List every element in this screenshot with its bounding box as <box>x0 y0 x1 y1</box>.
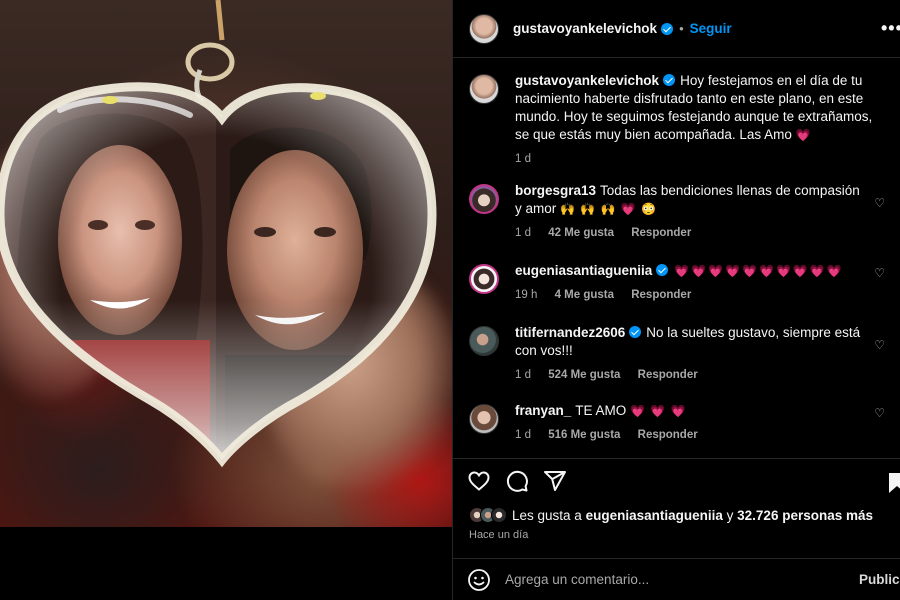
reply-button[interactable]: Responder <box>631 289 691 301</box>
header-separator: • <box>679 21 684 36</box>
comment-item: titifernandez2606 No la sueltes gustavo, … <box>469 324 885 381</box>
comment-likes[interactable]: 516 Me gusta <box>548 429 620 441</box>
verified-badge-icon <box>661 22 674 35</box>
publish-button[interactable]: Publicar <box>859 572 900 587</box>
commenter-avatar[interactable] <box>469 326 499 356</box>
comment-item: borgesgra13 Todas las bendiciones llenas … <box>469 182 885 239</box>
author-avatar[interactable] <box>469 13 499 44</box>
caption-username[interactable]: gustavoyankelevichok <box>515 73 659 88</box>
comment-username[interactable]: eugeniasantiagueniia <box>515 263 652 278</box>
comment-emoji: 💗 💗 💗 <box>630 404 687 418</box>
heart-icon[interactable] <box>467 469 491 493</box>
post-timestamp[interactable]: Hace un día <box>469 529 528 541</box>
likes-prefix: Les gusta a <box>512 507 582 523</box>
comment-item: franyan_ TE AMO 💗 💗 💗 1 d 516 Me gusta Re… <box>469 402 885 441</box>
comment-username[interactable]: franyan_ <box>515 403 571 418</box>
author-username[interactable]: gustavoyankelevichok <box>513 21 657 36</box>
post-media[interactable] <box>0 0 452 600</box>
caption-emoji: 💗 <box>795 128 815 142</box>
follow-button[interactable]: Seguir <box>690 21 732 36</box>
reply-button[interactable]: Responder <box>638 429 698 441</box>
comment-icon[interactable] <box>505 469 529 493</box>
comment-username[interactable]: borgesgra13 <box>515 183 596 198</box>
comment-likes[interactable]: 4 Me gusta <box>555 289 614 301</box>
comment-likes[interactable]: 524 Me gusta <box>548 369 620 381</box>
media-letterbox <box>0 527 452 600</box>
comments-list[interactable]: gustavoyankelevichok Hoy festejamos en el… <box>453 58 900 458</box>
caption-time[interactable]: 1 d <box>515 153 531 165</box>
comment-time[interactable]: 19 h <box>515 289 537 301</box>
post-actions: Les gusta a eugeniasantiagueniia y 32.72… <box>453 458 900 558</box>
comment-time[interactable]: 1 d <box>515 369 531 381</box>
comment-username[interactable]: titifernandez2606 <box>515 325 625 340</box>
comment-time[interactable]: 1 d <box>515 227 531 239</box>
comment-text: TE AMO <box>575 403 627 418</box>
post-header: gustavoyankelevichok • Seguir ••• <box>453 0 900 58</box>
commenter-avatar[interactable] <box>469 184 499 214</box>
likes-user[interactable]: eugeniasantiagueniia <box>586 508 723 523</box>
comment-like-icon[interactable]: ♡ <box>874 266 885 280</box>
likes-others[interactable]: 32.726 personas más <box>737 508 873 523</box>
comment-emoji: 💗💗💗💗💗💗💗💗💗💗 <box>674 264 844 278</box>
reply-button[interactable]: Responder <box>638 369 698 381</box>
caption-text-block: gustavoyankelevichok Hoy festejamos en el… <box>515 72 885 144</box>
comment-likes[interactable]: 42 Me gusta <box>548 227 614 239</box>
heart-pendant-image <box>0 0 437 468</box>
liker-avatar <box>491 507 507 523</box>
more-options-icon[interactable]: ••• <box>881 18 900 39</box>
commenter-avatar[interactable] <box>469 264 499 294</box>
verified-badge-icon <box>663 74 676 86</box>
post-details-panel: gustavoyankelevichok • Seguir ••• gustav… <box>452 0 900 600</box>
emoji-icon[interactable] <box>467 568 491 592</box>
likes-summary[interactable]: Les gusta a eugeniasantiagueniia y 32.72… <box>469 507 873 523</box>
commenter-avatar[interactable] <box>469 404 499 434</box>
comment-time[interactable]: 1 d <box>515 429 531 441</box>
post-photo[interactable] <box>0 0 452 527</box>
caption-avatar[interactable] <box>469 74 499 104</box>
caption: gustavoyankelevichok Hoy festejamos en el… <box>469 72 885 165</box>
share-icon[interactable] <box>543 469 567 493</box>
comment-input[interactable] <box>505 572 835 587</box>
comment-emoji: 🙌 🙌 🙌 💗 😳 <box>560 202 658 216</box>
likes-connector: y <box>726 507 734 523</box>
reply-button[interactable]: Responder <box>631 227 691 239</box>
comment-like-icon[interactable]: ♡ <box>874 406 885 420</box>
comment-like-icon[interactable]: ♡ <box>874 338 885 352</box>
add-comment-bar: Publicar <box>453 558 900 600</box>
comment-item: eugeniasantiagueniia 💗💗💗💗💗💗💗💗💗💗 19 h 4 Me… <box>469 262 885 301</box>
comment-like-icon[interactable]: ♡ <box>874 196 885 210</box>
verified-badge-icon <box>629 326 642 338</box>
verified-badge-icon <box>656 264 669 276</box>
bookmark-icon[interactable] <box>885 471 900 495</box>
